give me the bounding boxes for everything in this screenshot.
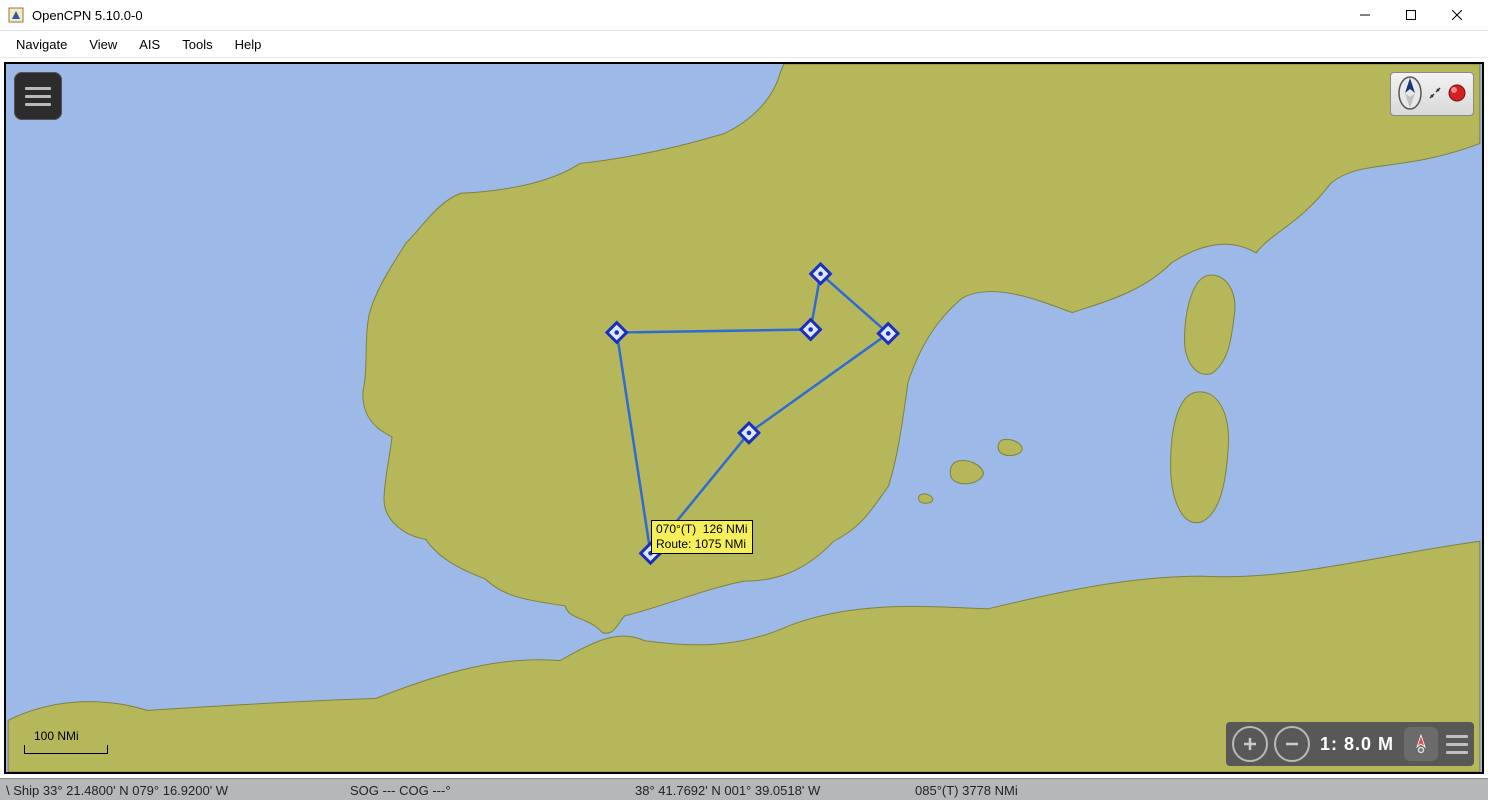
menu-navigate[interactable]: Navigate <box>6 34 77 55</box>
chart-menu-button[interactable] <box>1446 735 1468 754</box>
status-bar: \ Ship 33° 21.4800' N 079° 16.9200' W SO… <box>0 778 1488 800</box>
window-title: OpenCPN 5.10.0-0 <box>32 8 143 23</box>
maximize-button[interactable] <box>1388 0 1434 30</box>
status-sog-cog: SOG --- COG ---° <box>350 783 451 798</box>
chart-area[interactable]: 070°(T) 126 NMi Route: 1075 NMi 100 NMi … <box>0 58 1488 778</box>
chart-controls-panel: 1: 8.0 M <box>1226 722 1474 766</box>
chart-scale-text: 1: 8.0 M <box>1320 734 1394 755</box>
close-button[interactable] <box>1434 0 1480 30</box>
satellite-icon <box>1428 86 1442 103</box>
status-bearing-range: 085°(T) 3778 NMi <box>915 783 1018 798</box>
compass-icon <box>1397 75 1423 114</box>
menu-help[interactable]: Help <box>225 34 272 55</box>
window-titlebar: OpenCPN 5.10.0-0 <box>0 0 1488 31</box>
status-ship-position: \ Ship 33° 21.4800' N 079° 16.9200' W <box>6 783 228 798</box>
app-icon <box>8 7 24 23</box>
gps-status-icon <box>1447 83 1467 106</box>
hamburger-icon <box>25 82 51 111</box>
chart-svg <box>6 64 1482 772</box>
menu-tools[interactable]: Tools <box>172 34 222 55</box>
menu-bar: Navigate View AIS Tools Help <box>0 31 1488 58</box>
menu-view[interactable]: View <box>79 34 127 55</box>
main-menu-button[interactable] <box>14 72 62 120</box>
scale-bar: 100 NMi <box>24 730 108 754</box>
zoom-in-button[interactable] <box>1232 726 1268 762</box>
menu-ais[interactable]: AIS <box>129 34 170 55</box>
zoom-out-button[interactable] <box>1274 726 1310 762</box>
follow-ship-button[interactable] <box>1404 727 1438 761</box>
status-cursor-position: 38° 41.7692' N 001° 39.0518' W <box>635 783 820 798</box>
minimize-button[interactable] <box>1342 0 1388 30</box>
route-info-tooltip: 070°(T) 126 NMi Route: 1075 NMi <box>651 520 753 554</box>
scale-bar-label: 100 NMi <box>34 729 79 743</box>
compass-status-panel[interactable] <box>1390 72 1474 116</box>
